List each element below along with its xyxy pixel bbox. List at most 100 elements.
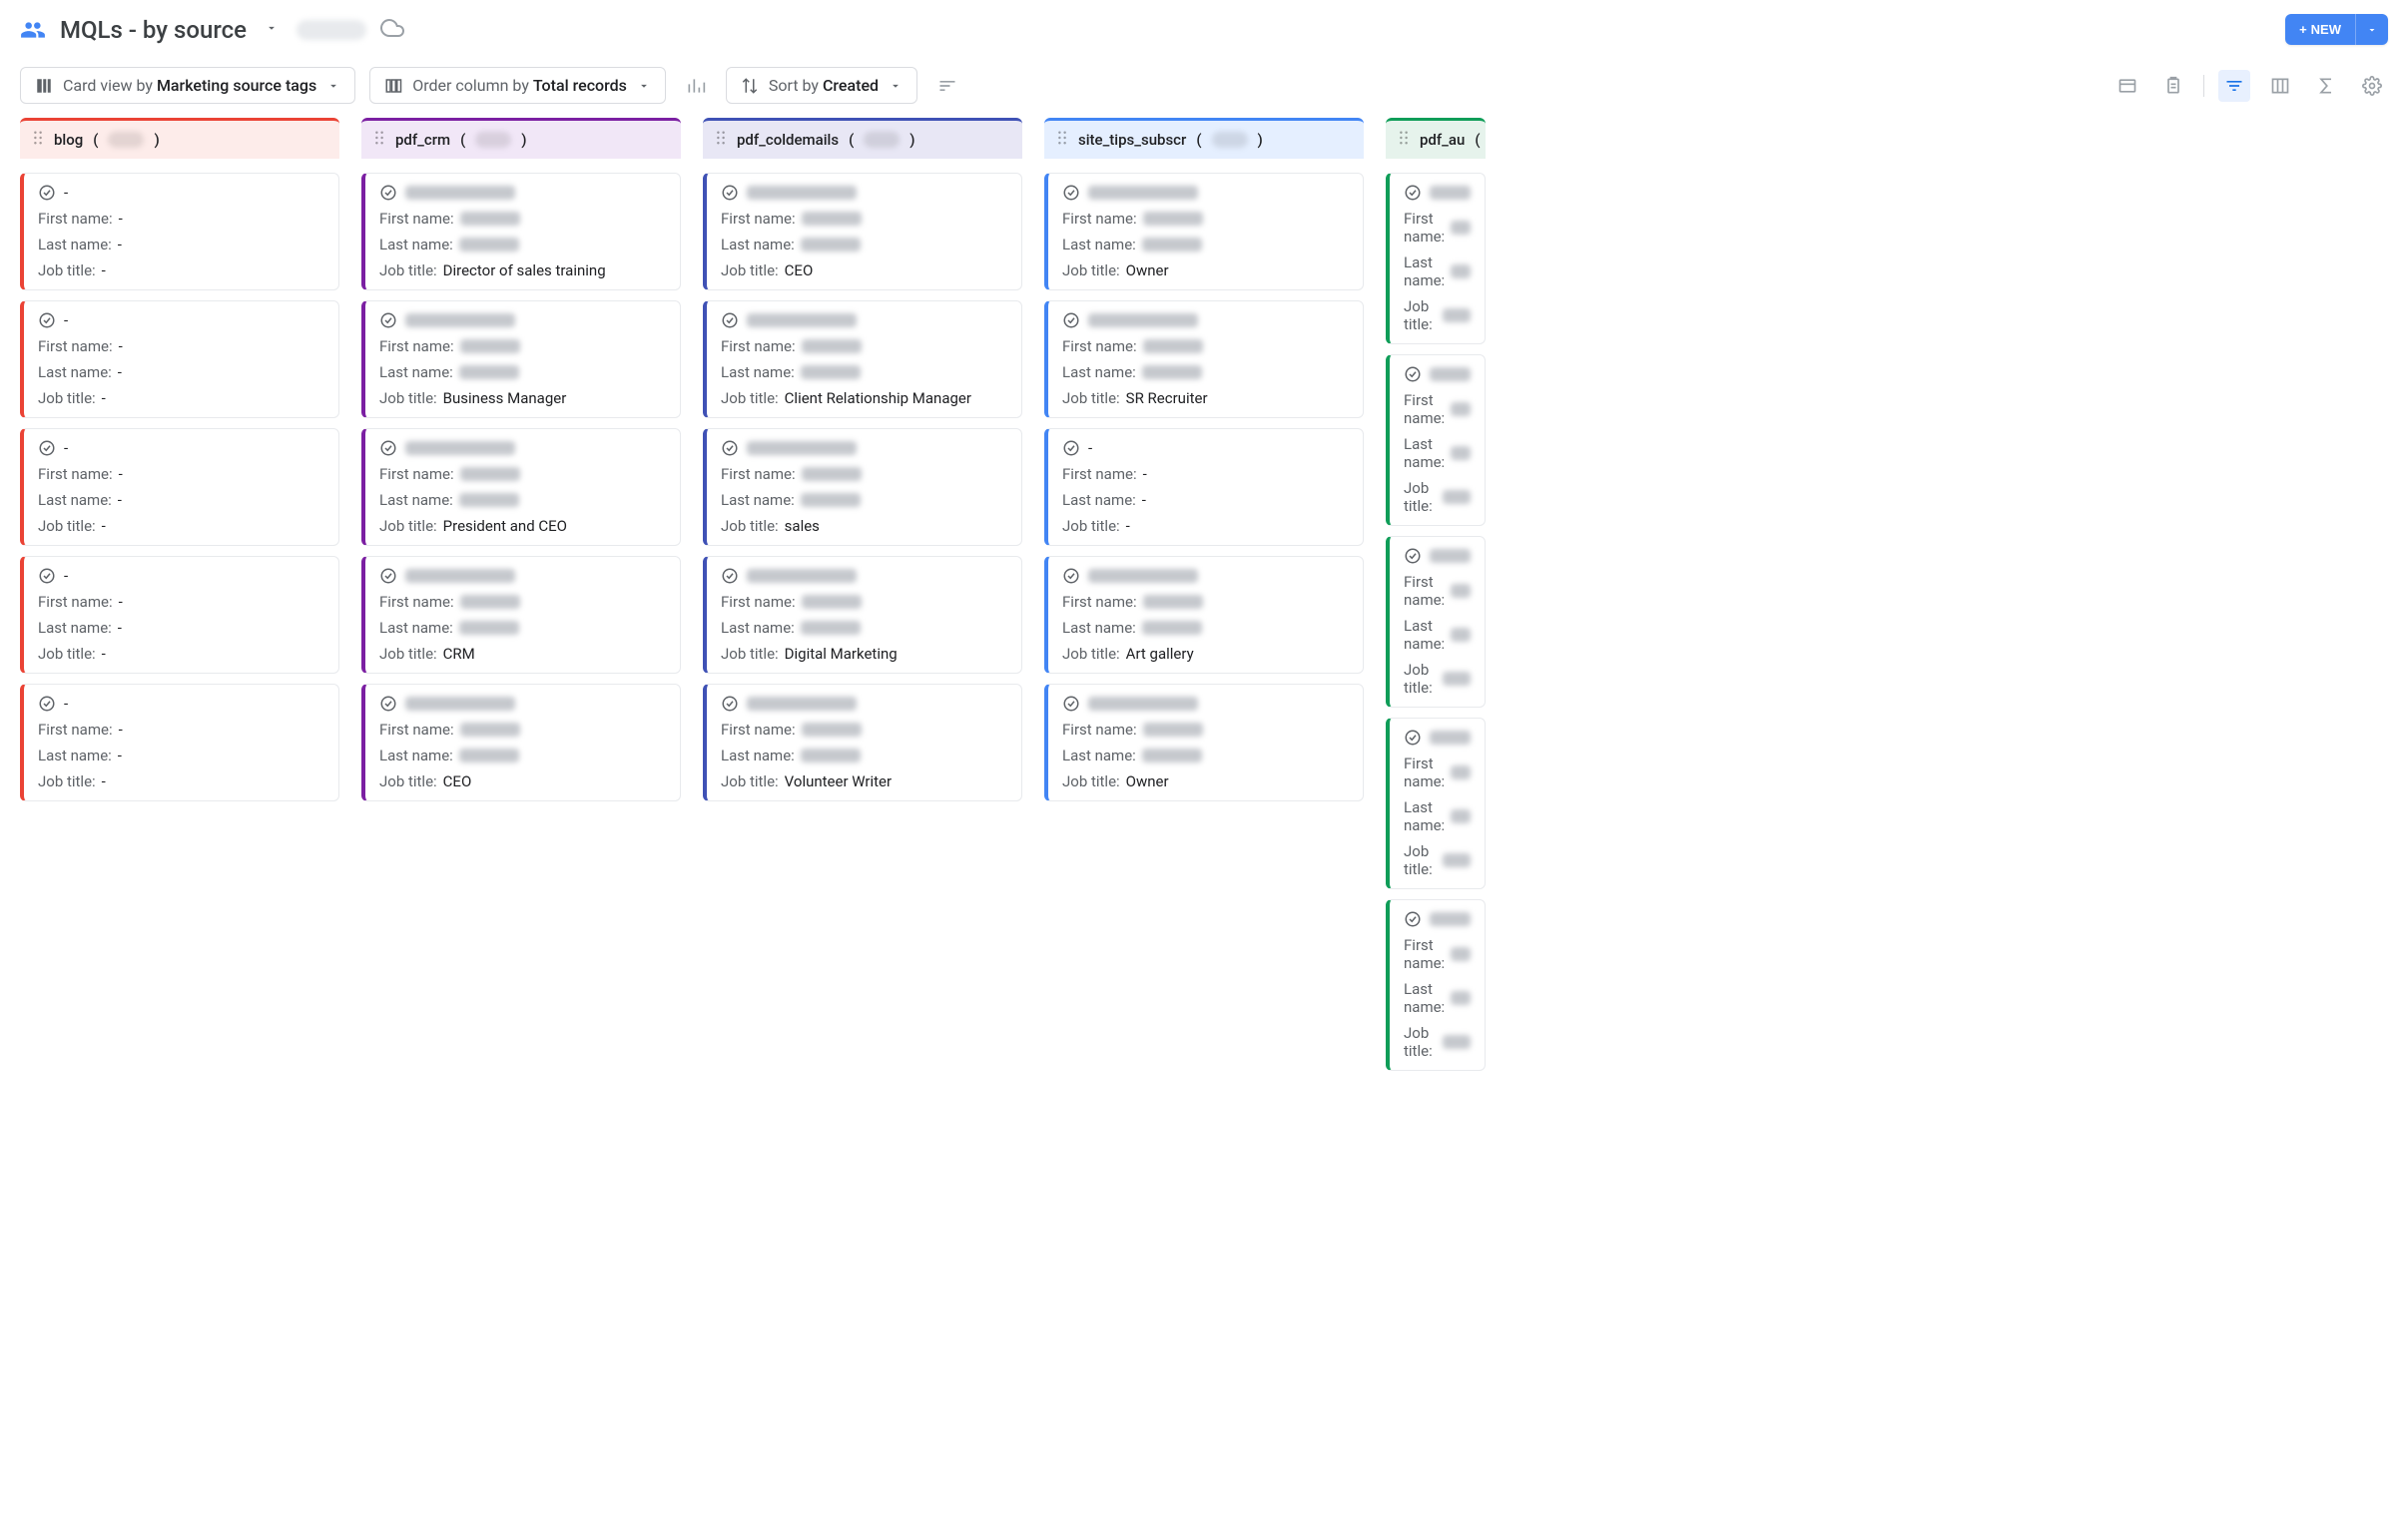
first-name-field: First name:- — [38, 593, 324, 611]
first-name-field: First name: — [721, 721, 1007, 739]
card-title: - — [38, 695, 324, 713]
first-name-field: First name: — [379, 465, 666, 483]
job-title-field: Job title:- — [38, 517, 324, 535]
record-card[interactable]: -First name:-Last name:-Job title:- — [20, 173, 339, 290]
record-card[interactable]: First name:Last name:Job title:CEO — [703, 173, 1022, 290]
column-count-open: ( — [93, 131, 98, 149]
drag-handle-icon[interactable] — [1398, 131, 1410, 149]
drag-handle-icon[interactable] — [715, 131, 727, 149]
card-title — [1062, 311, 1349, 329]
last-name-field: Last name: — [379, 491, 666, 509]
card-title: - — [38, 439, 324, 457]
record-card[interactable]: First name:Last name:Job title:Art galle… — [1044, 556, 1364, 674]
sort-by-selector[interactable]: Sort by Created — [726, 67, 917, 104]
divider — [2203, 75, 2204, 97]
record-card[interactable]: -First name:-Last name:-Job title:- — [20, 684, 339, 801]
column-count-open: ( — [460, 131, 465, 149]
last-name-field: Last name:- — [38, 363, 324, 381]
job-title-field: Job title:CRM — [379, 645, 666, 663]
order-column-selector[interactable]: Order column by Total records — [369, 67, 666, 104]
card-title: - — [38, 311, 324, 329]
record-card[interactable]: First name:Last name:Job title: — [1386, 354, 1486, 526]
table-view-icon[interactable] — [2111, 70, 2143, 102]
job-title-field: Job title:- — [38, 389, 324, 407]
job-title-field: Job title:President and CEO — [379, 517, 666, 535]
kanban-board: blog()-First name:-Last name:-Job title:… — [0, 118, 2408, 1091]
card-title — [1062, 567, 1349, 585]
last-name-field: Last name: — [721, 619, 1007, 637]
record-card[interactable]: First name:Last name:Job title:CRM — [361, 556, 681, 674]
record-card[interactable]: -First name:-Last name:-Job title:- — [1044, 428, 1364, 546]
last-name-field: Last name: — [1404, 617, 1471, 653]
last-name-field: Last name: — [721, 491, 1007, 509]
card-list: First name:Last name:Job title:Director … — [361, 159, 681, 801]
column-count-open: ( — [1196, 131, 1201, 149]
people-icon — [20, 17, 46, 43]
cloud-sync-icon[interactable] — [380, 16, 404, 44]
last-name-field: Last name: — [1062, 236, 1349, 253]
first-name-field: First name: — [379, 721, 666, 739]
columns-icon[interactable] — [2264, 70, 2296, 102]
record-card[interactable]: First name:Last name:Job title: — [1386, 718, 1486, 889]
card-title — [721, 184, 1007, 202]
job-title-field: Job title: — [1404, 479, 1471, 515]
first-name-field: First name:- — [38, 337, 324, 355]
record-card[interactable]: First name: Last name: Job title: — [1386, 536, 1486, 708]
filter-icon[interactable] — [2218, 70, 2250, 102]
record-card[interactable]: First name:Last name:Job title:sales — [703, 428, 1022, 546]
clipboard-icon[interactable] — [2157, 70, 2189, 102]
column-header[interactable]: blog() — [20, 118, 339, 159]
drag-handle-icon[interactable] — [1056, 131, 1068, 149]
record-card[interactable]: -First name:-Last name:-Job title:- — [20, 556, 339, 674]
record-card[interactable]: First name:Last name:Job title:Digital M… — [703, 556, 1022, 674]
record-card[interactable]: First name:Last name:Job title:Volunteer… — [703, 684, 1022, 801]
gear-icon[interactable] — [2356, 70, 2388, 102]
sigma-icon[interactable] — [2310, 70, 2342, 102]
last-name-field: Last name: — [379, 236, 666, 253]
last-name-field: Last name:- — [38, 491, 324, 509]
title-dropdown[interactable] — [261, 17, 283, 43]
column-header[interactable]: site_tips_subscr() — [1044, 118, 1364, 159]
first-name-field: First name: — [379, 337, 666, 355]
record-card[interactable]: First name:Last name:Job title:Client Re… — [703, 300, 1022, 418]
record-card[interactable]: First name:Last name:Job title:Owner — [1044, 173, 1364, 290]
card-view-selector[interactable]: Card view by Marketing source tags — [20, 67, 355, 104]
column-count-close: ) — [1258, 131, 1263, 149]
sort-direction-icon[interactable] — [931, 70, 963, 102]
last-name-field: Last name:- — [38, 236, 324, 253]
record-card[interactable]: First name:Last name:Job title:CEO — [361, 684, 681, 801]
record-card[interactable]: First name:Last name:Job title: — [1386, 899, 1486, 1071]
card-title — [1404, 547, 1471, 565]
new-button[interactable]: +NEW — [2285, 14, 2355, 45]
column-header[interactable]: pdf_crm() — [361, 118, 681, 159]
last-name-field: Last name: — [379, 363, 666, 381]
job-title-field: Job title:Digital Marketing — [721, 645, 1007, 663]
card-title — [1404, 729, 1471, 747]
record-card[interactable]: First name:Last name:Job title:Director … — [361, 173, 681, 290]
record-card[interactable]: - First name:- Last name:- Job title:- — [20, 300, 339, 418]
toolbar: Card view by Marketing source tags Order… — [0, 53, 2408, 118]
drag-handle-icon[interactable] — [32, 131, 44, 149]
record-card[interactable]: First name:Last name:Job title: — [1386, 173, 1486, 344]
last-name-field: Last name: — [1404, 253, 1471, 289]
card-title: - — [38, 184, 324, 202]
new-button-dropdown[interactable] — [2355, 14, 2388, 45]
column-header[interactable]: pdf_au() — [1386, 118, 1486, 159]
chart-icon[interactable] — [680, 70, 712, 102]
job-title-field: Job title: — [1404, 661, 1471, 697]
first-name-field: First name: — [1404, 573, 1471, 609]
first-name-field: First name:- — [1062, 465, 1349, 483]
record-card[interactable]: First name: Last name: Job title:Business … — [361, 300, 681, 418]
card-title — [379, 184, 666, 202]
card-list: - First name:- Last name:- Job title:- - Firs… — [20, 159, 339, 801]
column-header[interactable]: pdf_coldemails() — [703, 118, 1022, 159]
record-card[interactable]: First name: Last name: Job title:President… — [361, 428, 681, 546]
record-card[interactable]: First name:Last name:Job title:SR Recrui… — [1044, 300, 1364, 418]
record-card[interactable]: First name:Last name:Job title:Owner — [1044, 684, 1364, 801]
drag-handle-icon[interactable] — [373, 131, 385, 149]
record-card[interactable]: -First name:-Last name:-Job title:- — [20, 428, 339, 546]
card-title — [1062, 184, 1349, 202]
job-title-field: Job title:Client Relationship Manager — [721, 389, 1007, 407]
last-name-field: Last name:- — [38, 619, 324, 637]
job-title-field: Job title:Business Manager — [379, 389, 666, 407]
